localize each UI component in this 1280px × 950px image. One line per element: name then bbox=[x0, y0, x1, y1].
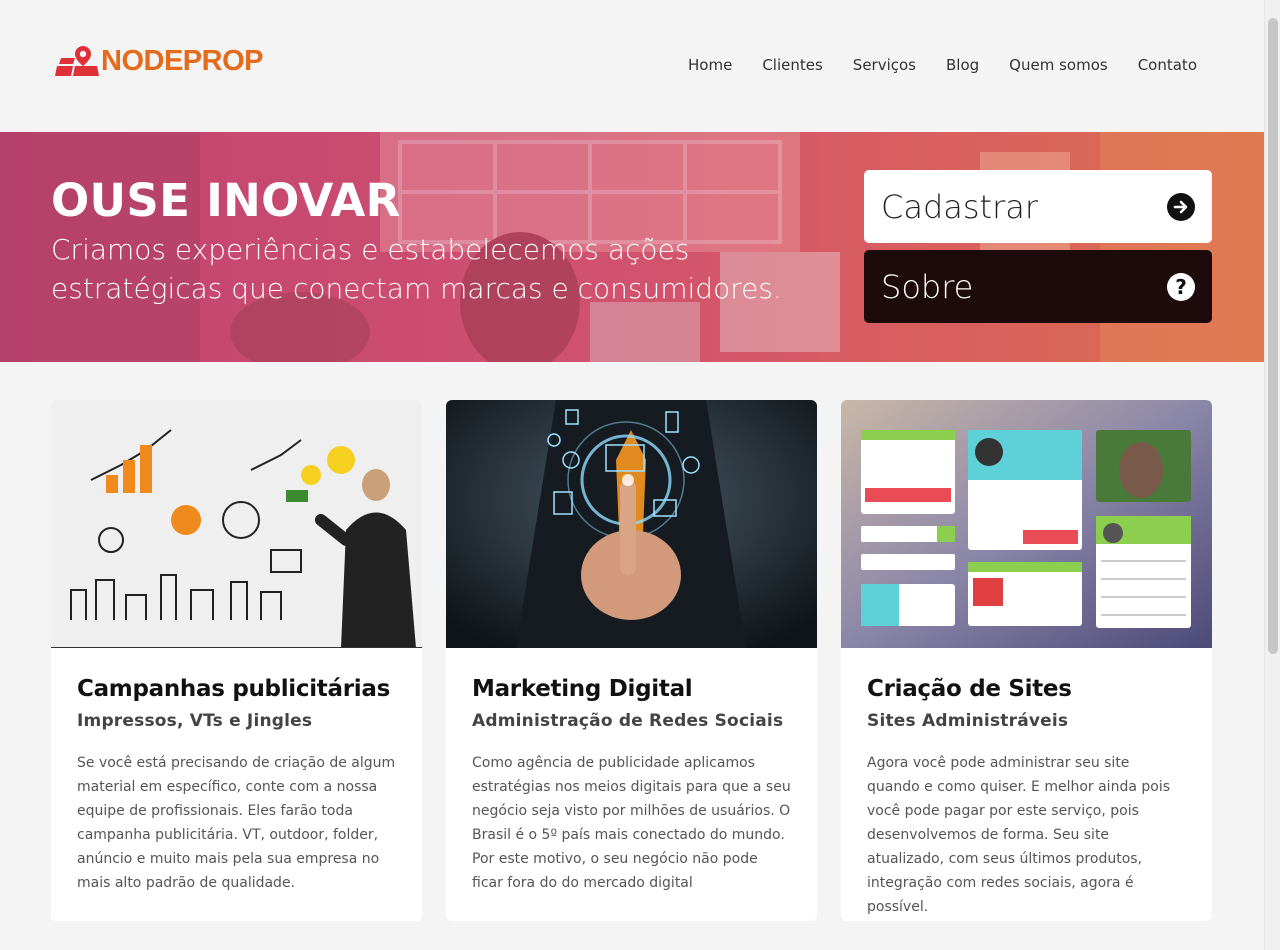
map-pin-logo-icon bbox=[55, 46, 99, 76]
page-scrollbar[interactable] bbox=[1264, 0, 1280, 950]
nav-quem-somos[interactable]: Quem somos bbox=[1009, 56, 1108, 74]
digital-touch-image bbox=[446, 400, 817, 648]
card-subtitle: Impressos, VTs e Jingles bbox=[77, 711, 313, 731]
main-nav: Home Clientes Serviços Blog Quem somos C… bbox=[658, 56, 1197, 74]
nav-blog[interactable]: Blog bbox=[946, 56, 979, 74]
card-title: Criação de Sites bbox=[867, 676, 1072, 702]
nav-home[interactable]: Home bbox=[688, 56, 732, 74]
arrow-right-circle-icon bbox=[1167, 192, 1195, 221]
cadastrar-button[interactable]: Cadastrar bbox=[864, 170, 1212, 243]
card-subtitle: Sites Administráveis bbox=[867, 711, 1069, 731]
cadastrar-label: Cadastrar bbox=[881, 187, 1039, 226]
business-sketch-image bbox=[51, 400, 422, 648]
nav-servicos[interactable]: Serviços bbox=[853, 56, 916, 74]
nav-contato[interactable]: Contato bbox=[1138, 56, 1197, 74]
question-circle-icon: ? bbox=[1167, 272, 1195, 301]
card-description: Se você está precisando de criação de al… bbox=[77, 755, 396, 891]
ui-kit-image bbox=[841, 400, 1212, 648]
hero-subtitle: Criamos experiências e estabelecemos açõ… bbox=[51, 233, 782, 305]
service-card-marketing[interactable]: Marketing Digital Administração de Redes… bbox=[446, 400, 817, 921]
hero-title: OUSE INOVAR bbox=[51, 174, 401, 227]
brand-logo[interactable]: NODEPROP bbox=[55, 44, 263, 78]
card-subtitle: Administração de Redes Sociais bbox=[472, 711, 784, 731]
card-description: Agora você pode administrar seu site qua… bbox=[867, 755, 1170, 915]
scrollbar-thumb[interactable] bbox=[1268, 18, 1278, 654]
card-description: Como agência de publicidade aplicamos es… bbox=[472, 755, 791, 891]
sobre-button[interactable]: Sobre ? bbox=[864, 250, 1212, 323]
nav-clientes[interactable]: Clientes bbox=[762, 56, 822, 74]
service-card-sites[interactable]: Criação de Sites Sites Administráveis Ag… bbox=[841, 400, 1212, 921]
hero-banner: OUSE INOVAR Criamos experiências e estab… bbox=[0, 132, 1264, 362]
service-card-campanhas[interactable]: Campanhas publicitárias Impressos, VTs e… bbox=[51, 400, 422, 921]
card-title: Marketing Digital bbox=[472, 676, 693, 702]
sobre-label: Sobre bbox=[881, 267, 974, 306]
brand-name: NODEPROP bbox=[101, 44, 263, 77]
site-header: NODEPROP Home Clientes Serviços Blog Que… bbox=[0, 0, 1264, 132]
card-title: Campanhas publicitárias bbox=[77, 676, 390, 702]
